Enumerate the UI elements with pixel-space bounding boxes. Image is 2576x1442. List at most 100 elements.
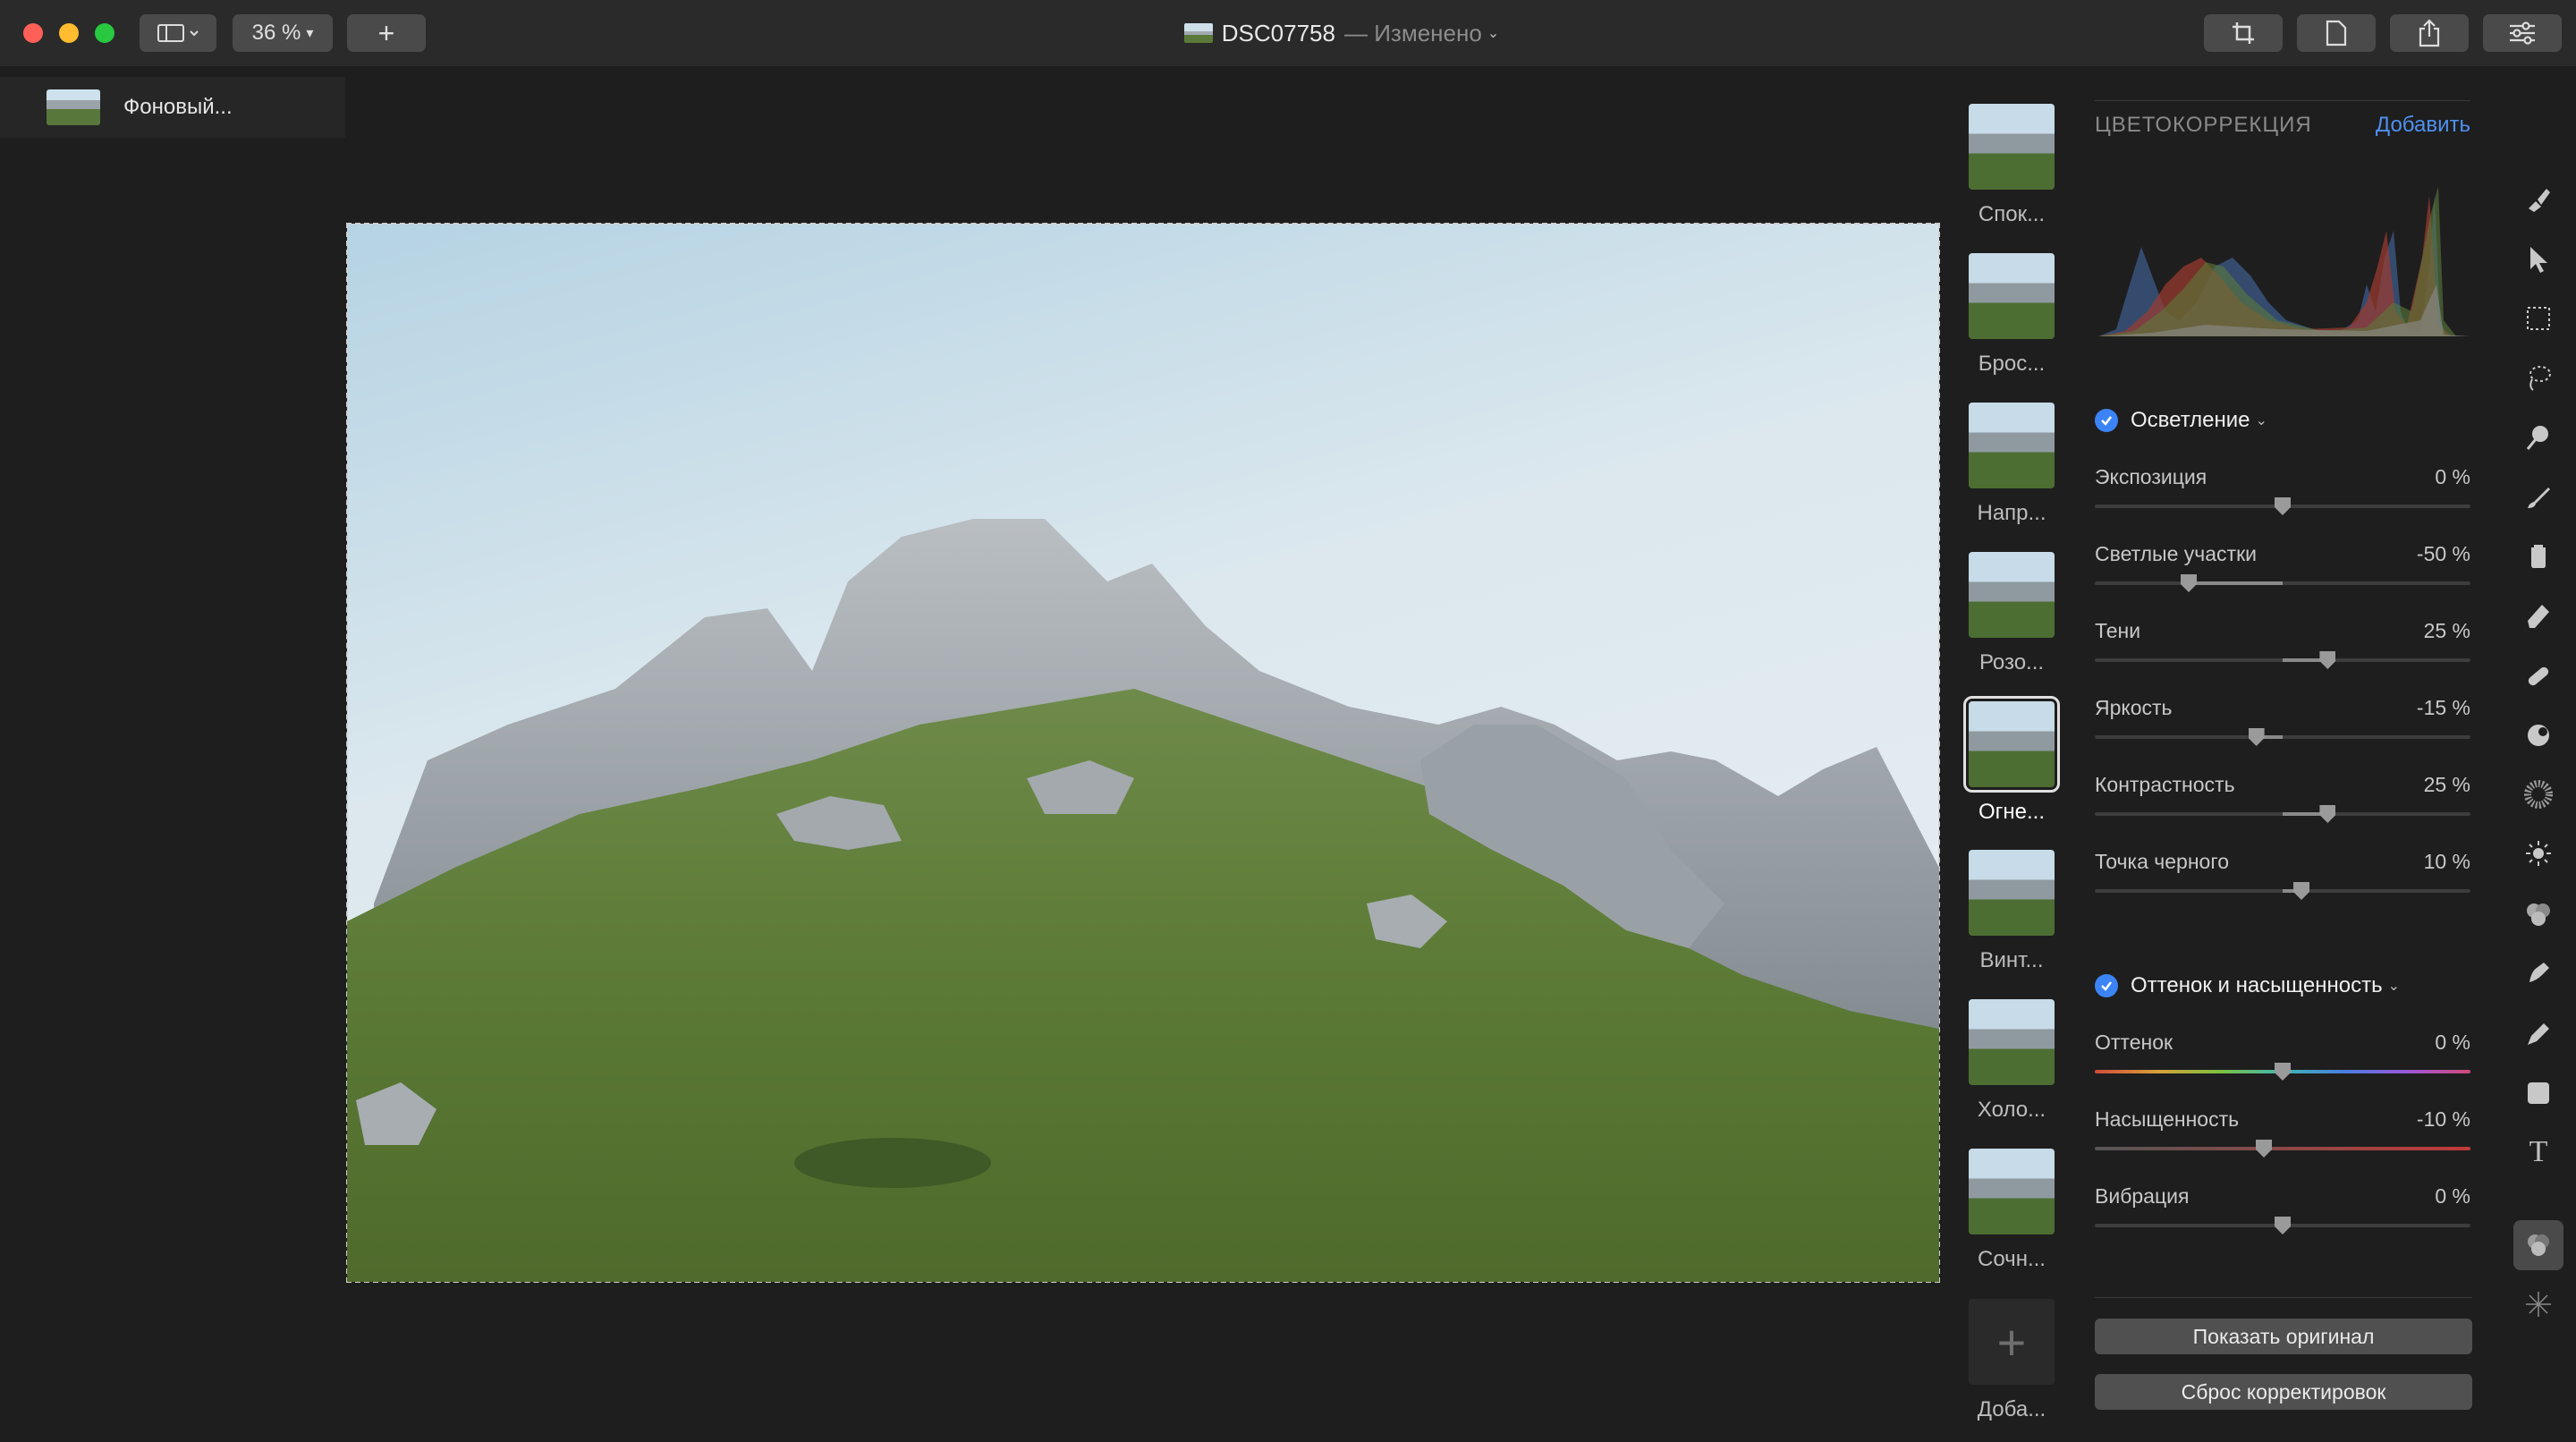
slider-handle[interactable] <box>2181 574 2197 592</box>
preset-thumbnail <box>1969 1149 2055 1234</box>
slider-brightness[interactable]: Яркость -15 % <box>2095 696 2470 759</box>
slider-track[interactable] <box>2095 728 2470 746</box>
slider-track[interactable] <box>2095 497 2470 515</box>
slider-track[interactable] <box>2095 805 2470 823</box>
zoom-window-button[interactable] <box>95 23 114 43</box>
checkmark-icon[interactable] <box>2095 409 2118 432</box>
lasso-tool[interactable] <box>2513 352 2563 403</box>
preset-item[interactable]: Брос... <box>1964 253 2059 377</box>
slider-label: Точка черного <box>2095 850 2230 873</box>
preset-thumbnail <box>1969 850 2055 936</box>
reset-adjustments-button[interactable]: Сброс корректировок <box>2095 1374 2472 1410</box>
slider-handle[interactable] <box>2256 1140 2272 1158</box>
text-tool[interactable]: T <box>2513 1127 2563 1177</box>
adjustments-button[interactable] <box>2483 14 2562 52</box>
lasso-icon <box>2529 366 2551 391</box>
slider-contrast[interactable]: Контрастность 25 % <box>2095 773 2470 836</box>
slider-handle[interactable] <box>2275 1217 2291 1234</box>
marquee-select-tool[interactable] <box>2513 293 2563 344</box>
shape-tool[interactable] <box>2513 1068 2563 1118</box>
checkmark-icon[interactable] <box>2095 974 2118 997</box>
slider-shadows[interactable]: Тени 25 % <box>2095 619 2470 682</box>
section-title: Оттенок и насыщенность <box>2131 973 2383 997</box>
fill-bucket-tool[interactable] <box>2513 531 2563 581</box>
preset-item[interactable]: Холо... <box>1964 999 2059 1123</box>
add-preset-button[interactable]: + Доба... <box>1964 1299 2059 1422</box>
smudge-tool[interactable] <box>2513 948 2563 998</box>
clone-tool[interactable] <box>2513 710 2563 760</box>
add-layer-button[interactable]: + <box>347 14 426 52</box>
panel-top-divider <box>2095 100 2470 101</box>
show-original-button[interactable]: Показать оригинал <box>2095 1319 2472 1354</box>
chevron-down-icon: ▾ <box>306 26 314 41</box>
slider-saturation[interactable]: Насыщенность -10 % <box>2095 1107 2470 1170</box>
slider-label: Экспозиция <box>2095 465 2207 488</box>
slider-highlights[interactable]: Светлые участки -50 % <box>2095 542 2470 605</box>
slider-value: 0 % <box>2435 465 2470 488</box>
slider-black-point[interactable]: Точка черного 10 % <box>2095 850 2470 912</box>
slider-handle[interactable] <box>2248 728 2265 746</box>
color-adjust-tool[interactable] <box>2513 1220 2563 1270</box>
style-brush-tool[interactable] <box>2513 174 2563 224</box>
section-title: Осветление <box>2131 408 2250 432</box>
eraser-tool[interactable] <box>2513 590 2563 640</box>
slider-value: -15 % <box>2416 696 2470 719</box>
minimize-window-button[interactable] <box>59 23 79 43</box>
close-window-button[interactable] <box>23 23 43 43</box>
color-tool[interactable] <box>2513 889 2563 939</box>
slider-track[interactable] <box>2095 1140 2470 1158</box>
slider-handle[interactable] <box>2275 1063 2291 1081</box>
layer-item-background[interactable]: Фоновый... <box>0 77 345 138</box>
bandage-icon <box>2528 666 2549 686</box>
preset-item[interactable]: Винт... <box>1964 850 2059 973</box>
light-tool[interactable] <box>2513 828 2563 878</box>
preset-item[interactable]: Сочн... <box>1964 1149 2059 1272</box>
section-lighting[interactable]: Осветление ⌄ <box>2095 408 2267 433</box>
slider-track[interactable] <box>2095 1063 2470 1081</box>
slider-exposure[interactable]: Экспозиция 0 % <box>2095 465 2470 528</box>
zoom-dropdown[interactable]: 36 % ▾ <box>233 14 333 52</box>
slider-track[interactable] <box>2095 1217 2470 1234</box>
document-icon <box>2326 20 2347 47</box>
brush-tool[interactable] <box>2513 472 2563 522</box>
slider-vibrance[interactable]: Вибрация 0 % <box>2095 1184 2470 1247</box>
slider-track[interactable] <box>2095 651 2470 669</box>
share-button[interactable] <box>2390 14 2469 52</box>
preset-label: Доба... <box>1977 1397 2046 1421</box>
blur-tool[interactable] <box>2513 769 2563 819</box>
slider-value: 10 % <box>2423 850 2470 873</box>
preset-item[interactable]: Напр... <box>1964 403 2059 526</box>
document-button[interactable] <box>2297 14 2376 52</box>
pen-tool[interactable] <box>2513 1009 2563 1059</box>
slider-track[interactable] <box>2095 882 2470 900</box>
crop-button[interactable] <box>2204 14 2283 52</box>
blur-icon <box>2524 780 2553 809</box>
slider-track[interactable] <box>2095 574 2470 592</box>
sparkle-tool[interactable] <box>2513 1279 2563 1329</box>
slider-handle[interactable] <box>2275 497 2291 515</box>
adjustments-icon <box>2510 21 2535 45</box>
slider-hue[interactable]: Оттенок 0 % <box>2095 1031 2470 1093</box>
add-adjustment-link[interactable]: Добавить <box>2376 113 2470 138</box>
pointer-tool[interactable] <box>2513 234 2563 284</box>
magic-wand-tool[interactable] <box>2513 411 2563 462</box>
slider-value: 25 % <box>2423 619 2470 642</box>
preset-item-selected[interactable]: Огне... <box>1963 696 2060 825</box>
image-canvas[interactable] <box>346 223 1940 1283</box>
magic-wand-icon <box>2526 426 2548 450</box>
smudge-icon <box>2529 963 2549 982</box>
slider-handle[interactable] <box>2293 882 2309 900</box>
document-title[interactable]: DSC07758 — Изменено ⌄ <box>984 0 1699 66</box>
pointer-icon <box>2530 247 2547 273</box>
bandage-tool[interactable] <box>2513 651 2563 701</box>
slider-label: Контрастность <box>2095 773 2235 796</box>
sidebar-toggle-button[interactable] <box>140 14 216 52</box>
panel-header: ЦВЕТОКОРРЕКЦИЯ Добавить <box>2095 113 2470 138</box>
preset-item[interactable]: Розо... <box>1964 552 2059 675</box>
slider-handle[interactable] <box>2319 651 2336 669</box>
preset-item[interactable]: Спок... <box>1964 104 2059 227</box>
section-hue-saturation[interactable]: Оттенок и насыщенность ⌄ <box>2095 973 2400 998</box>
slider-label: Вибрация <box>2095 1184 2190 1208</box>
crop-icon <box>2233 22 2254 44</box>
slider-handle[interactable] <box>2319 805 2336 823</box>
